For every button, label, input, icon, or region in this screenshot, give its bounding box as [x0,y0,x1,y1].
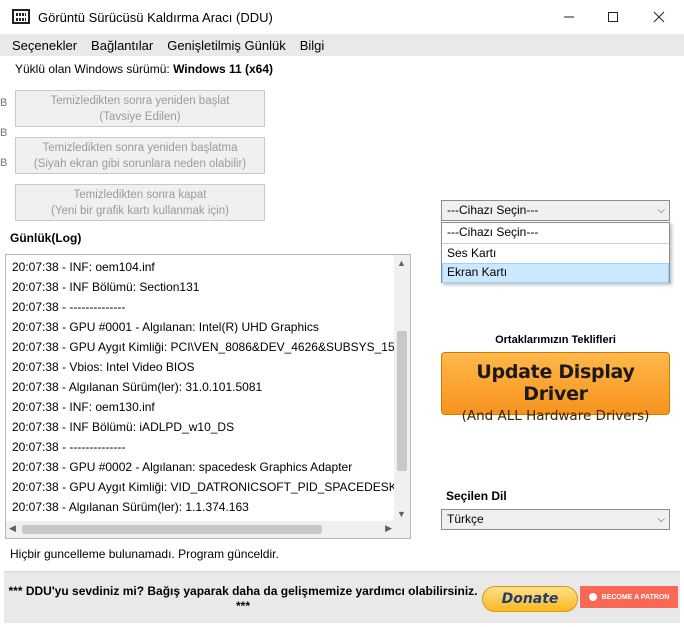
scroll-thumb[interactable] [397,331,407,471]
scroll-right-icon[interactable]: ▶ [385,523,392,534]
donate-button[interactable]: Donate [482,586,578,612]
edge-glyph: B [0,157,8,169]
clean-and-restart-button[interactable]: Temizledikten sonra yeniden başlat (Tavs… [15,90,265,127]
clean-no-restart-button[interactable]: Temizledikten sonra yeniden başlatma (Si… [15,137,265,174]
log-line: 20:07:38 - Algılanan Sürüm(ler): 31.0.10… [12,380,263,394]
minimize-button[interactable] [546,0,592,34]
language-value: Türkçe [447,512,484,526]
patron-label: BECOME A PATRON [601,593,670,601]
button-line: Temizledikten sonra yeniden başlat [50,95,230,107]
menu-extended-log[interactable]: Genişletilmiş Günlük [167,38,286,53]
footer: *** DDU'yu sevdiniz mi? Bağış yaparak da… [4,571,680,623]
close-button[interactable] [636,0,682,34]
minimize-icon [564,16,574,18]
log-line: 20:07:38 - INF: oem130.inf [12,400,155,414]
dropdown-option-highlighted[interactable]: Ekran Kartı [442,263,669,283]
button-line: Temizledikten sonra yeniden başlatma [42,142,238,154]
menu-bar: Seçenekler Bağlantılar Genişletilmiş Gün… [0,34,684,56]
button-line: Temizledikten sonra kapat [73,189,207,201]
windows-version-label: Yüklü olan Windows sürümü: [15,62,170,76]
clean-and-shutdown-button[interactable]: Temizledikten sonra kapat (Yeni bir graf… [15,184,265,221]
device-dropdown-list: ---Cihazı Seçin--- Ses Kartı Ekran Kartı [441,222,670,283]
log-vertical-scrollbar[interactable]: ▲ ▼ [394,255,410,521]
button-subline: (Yeni bir grafik kartı kullanmak için) [51,205,229,217]
windows-version-line: Yüklü olan Windows sürümü: Windows 11 (x… [15,62,273,76]
maximize-button[interactable] [590,0,636,34]
scroll-up-icon[interactable]: ▲ [397,258,406,268]
language-label: Seçilen Dil [446,489,507,503]
edge-glyph: B [0,97,8,109]
update-driver-banner[interactable]: Update Display Driver (And ALL Hardware … [441,352,670,424]
log-line: 20:07:38 - GPU #0001 - Algılanan: Intel(… [12,320,319,334]
scroll-down-icon[interactable]: ▼ [397,509,406,519]
window-title: Görüntü Sürücüsü Kaldırma Aracı (DDU) [38,10,273,25]
menu-options[interactable]: Seçenekler [12,38,77,53]
log-line: 20:07:38 - GPU Aygıt Kimliği: PCI\VEN_80… [12,340,395,354]
scroll-left-icon[interactable]: ◀ [9,523,16,534]
dropdown-option[interactable]: Ses Kartı [442,243,669,263]
app-icon [12,9,30,24]
log-panel[interactable]: 20:07:38 - INF: oem104.inf 20:07:38 - IN… [5,254,411,539]
chevron-down-icon: ⌵ [657,205,665,216]
language-select[interactable]: Türkçe ⌵ [441,509,670,530]
log-line: 20:07:38 - INF: oem104.inf [12,260,155,274]
menu-links[interactable]: Bağlantılar [91,38,153,53]
title-bar: Görüntü Sürücüsü Kaldırma Aracı (DDU) [0,0,684,34]
log-horizontal-scrollbar[interactable]: ◀ ▶ [6,521,395,538]
maximize-icon [608,12,618,22]
log-line: 20:07:38 - GPU #0002 - Algılanan: spaced… [12,460,353,474]
log-line: 20:07:38 - -------------- [12,300,126,314]
main-content: Yüklü olan Windows sürümü: Windows 11 (x… [0,56,684,571]
log-line: 20:07:38 - INF Bölümü: iADLPD_w10_DS [12,420,235,434]
dropdown-option[interactable]: ---Cihazı Seçin--- [442,223,669,243]
scrollbar-corner [394,521,410,538]
log-line: 20:07:38 - -------------- [12,440,126,454]
log-line: 20:07:38 - INF Bölümü: Section131 [12,280,200,294]
become-patron-button[interactable]: BECOME A PATRON [580,586,678,608]
log-label: Günlük(Log) [10,231,82,245]
partners-label: Ortaklarımızın Teklifleri [495,334,616,346]
windows-version-value: Windows 11 (x64) [173,62,273,76]
banner-subtitle: (And ALL Hardware Drivers) [461,408,650,424]
button-subline: (Siyah ekran gibi sorunlara neden olabil… [33,158,247,170]
log-line: 20:07:38 - Vbios: Intel Video BIOS [12,360,195,374]
button-subline: (Tavsiye Edilen) [99,111,181,123]
banner-title: Update Display Driver [476,361,635,405]
menu-info[interactable]: Bilgi [300,38,325,53]
log-lines: 20:07:38 - INF: oem104.inf 20:07:38 - IN… [12,257,395,517]
log-line: 20:07:38 - GPU Aygıt Kimliği: VID_DATRON… [12,480,395,494]
update-status: Hiçbir guncelleme bulunamadı. Program gü… [10,547,279,561]
scroll-thumb[interactable] [22,525,322,534]
close-icon [653,11,665,23]
chevron-down-icon: ⌵ [657,514,665,525]
edge-glyph: B [0,127,8,139]
donation-message: *** DDU'yu sevdiniz mi? Bağış yaparak da… [8,584,478,613]
device-select[interactable]: ---Cihazı Seçin--- ⌵ [441,200,670,221]
device-select-value: ---Cihazı Seçin--- [447,203,539,217]
log-line: 20:07:38 - Algılanan Sürüm(ler): 1.1.374… [12,500,249,514]
patreon-icon [588,593,597,601]
